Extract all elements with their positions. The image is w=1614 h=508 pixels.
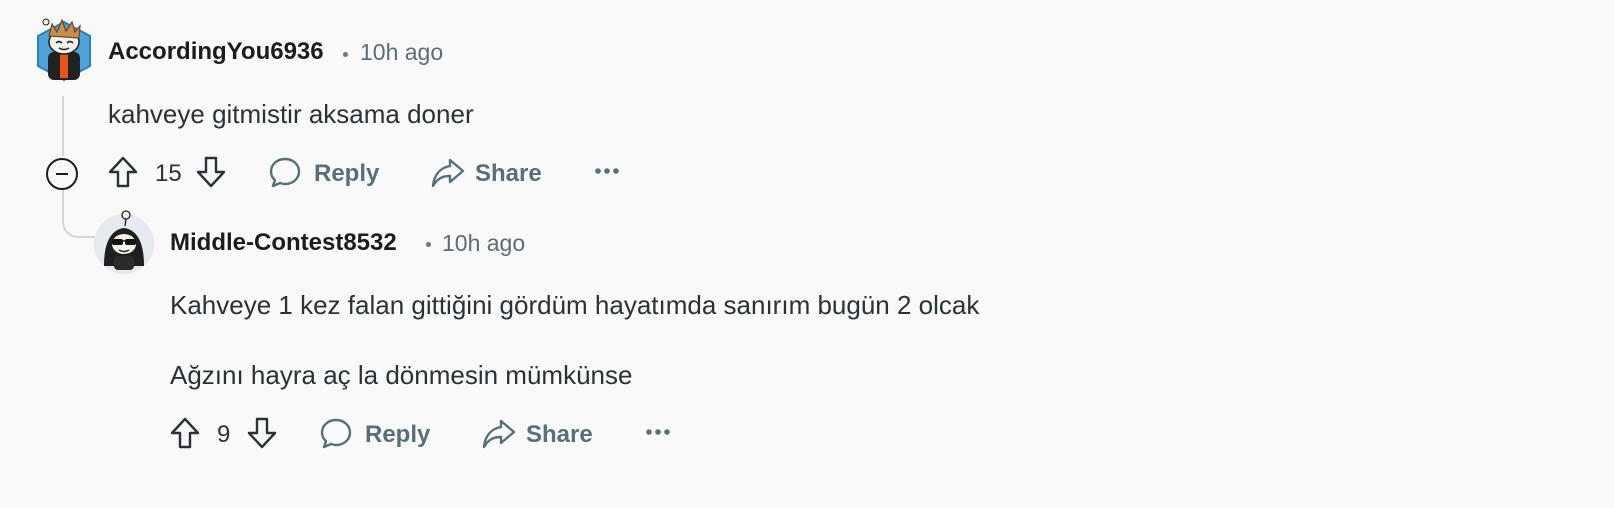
avatar[interactable] (92, 208, 156, 274)
timestamp[interactable]: 10h ago (360, 39, 443, 66)
share-label: Share (526, 421, 593, 448)
avatar[interactable] (34, 16, 94, 84)
comment-body: kahveye gitmistir aksama doner (108, 99, 474, 129)
arrow-up-icon[interactable] (107, 155, 139, 189)
speech-bubble-icon (320, 418, 352, 449)
author-name[interactable]: AccordingYou6936 (108, 38, 324, 66)
timestamp[interactable]: 10h ago (442, 230, 525, 257)
speech-bubble-icon (269, 157, 301, 188)
comment-body-line: Ağzını hayra aç la dönmesin mümkünse (170, 360, 633, 390)
vote-count: 15 (155, 160, 182, 187)
reply-label: Reply (365, 421, 431, 448)
arrow-down-icon[interactable] (195, 155, 227, 189)
author-name[interactable]: Middle-Contest8532 (170, 229, 397, 257)
share-label: Share (475, 160, 542, 187)
collapse-thread-button[interactable] (46, 158, 78, 190)
arrow-up-icon[interactable] (169, 416, 201, 450)
share-arrow-icon (482, 419, 516, 449)
comment-body-line: Kahveye 1 kez falan gittiğini gördüm hay… (170, 290, 980, 320)
arrow-down-icon[interactable] (246, 416, 278, 450)
ellipsis-icon[interactable] (645, 427, 671, 437)
thread-line (62, 96, 64, 156)
ellipsis-icon[interactable] (594, 166, 620, 176)
separator-dot (426, 242, 431, 247)
reply-label: Reply (314, 160, 380, 187)
share-arrow-icon (431, 158, 465, 188)
separator-dot (343, 52, 348, 57)
vote-count: 9 (217, 421, 231, 448)
